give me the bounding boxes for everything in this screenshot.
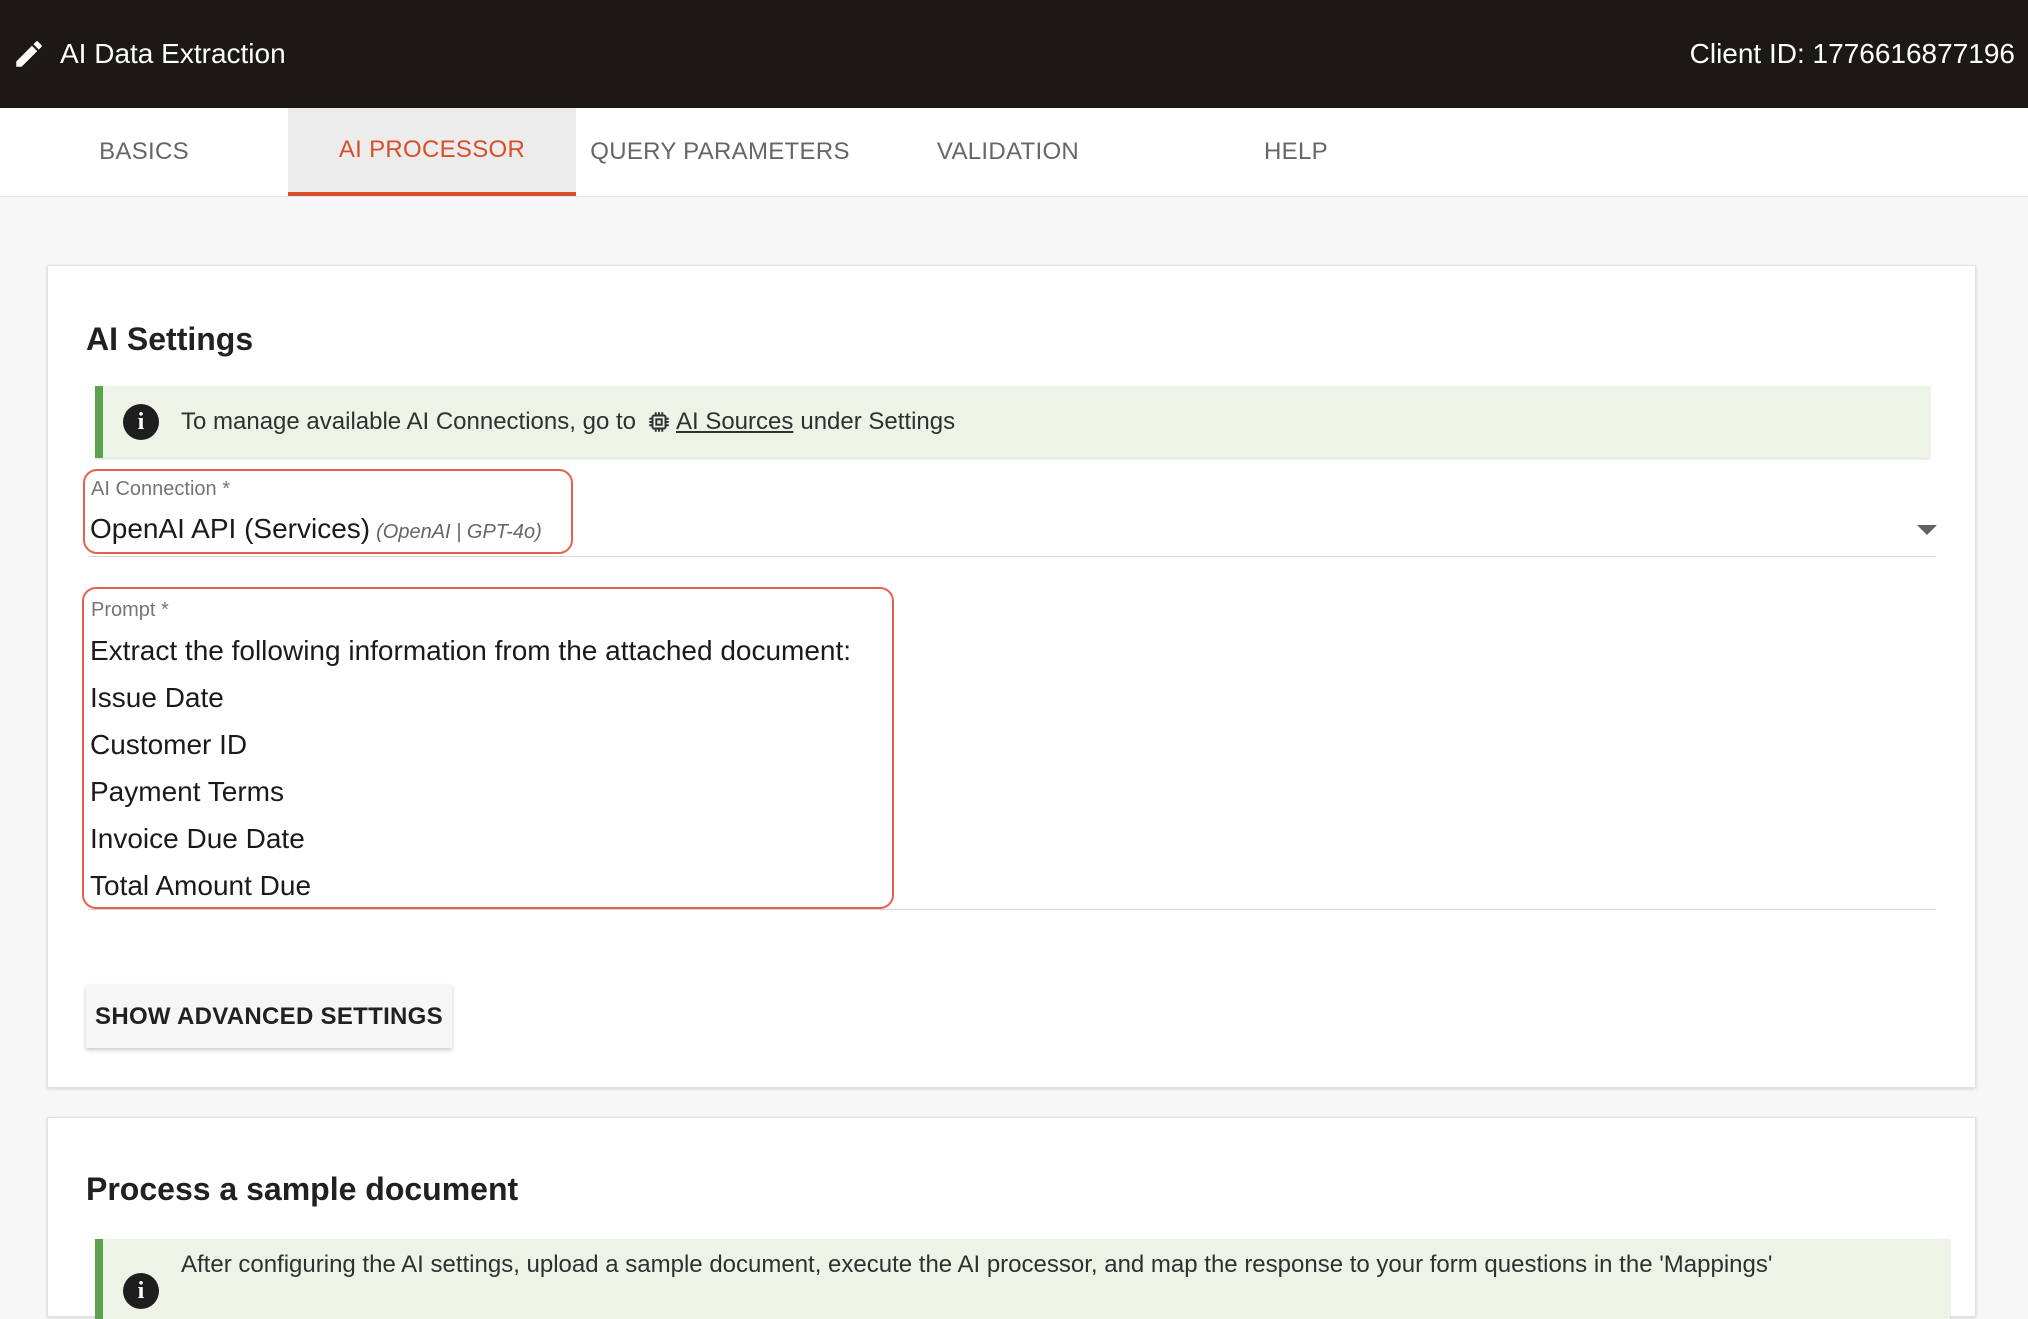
tab-help[interactable]: HELP [1152, 108, 1440, 196]
ai-connection-underline [88, 556, 1936, 557]
app-title: AI Data Extraction [60, 38, 286, 69]
ai-connections-info-banner: i To manage available AI Connections, go… [95, 386, 1930, 458]
info-icon: i [123, 1273, 159, 1309]
tab-basics[interactable]: BASICS [0, 108, 288, 196]
ai-settings-title: AI Settings [86, 321, 254, 357]
client-id: Client ID: 1776616877196 [1689, 38, 2015, 69]
info-text-prefix: To manage available AI Connections, go t… [181, 408, 636, 435]
prompt-highlight [82, 587, 894, 909]
process-sample-title: Process a sample document [86, 1171, 519, 1207]
header-left: AI Data Extraction [12, 37, 286, 71]
info-icon: i [123, 404, 159, 440]
sample-info-text: After configuring the AI settings, uploa… [181, 1251, 1773, 1278]
ai-sources-link[interactable]: AI Sources [676, 408, 793, 436]
pencil-icon[interactable] [12, 37, 46, 71]
tab-validation[interactable]: VALIDATION [864, 108, 1152, 196]
ai-connection-highlight [83, 469, 573, 554]
chevron-down-icon[interactable] [1917, 525, 1937, 535]
chip-icon [646, 409, 672, 435]
tab-bar: BASICS AI PROCESSOR QUERY PARAMETERS VAL… [0, 108, 2028, 197]
ai-settings-card: AI Settings i To manage available AI Con… [47, 265, 1976, 1088]
tab-ai-processor[interactable]: AI PROCESSOR [288, 108, 576, 196]
app-header: AI Data Extraction Client ID: 1776616877… [0, 0, 2028, 108]
process-sample-card: Process a sample document i After config… [47, 1117, 1976, 1319]
sample-info-banner: i After configuring the AI settings, upl… [95, 1239, 1950, 1319]
info-text-suffix: under Settings [800, 408, 956, 435]
prompt-underline [88, 909, 1936, 910]
show-advanced-settings-button[interactable]: SHOW ADVANCED SETTINGS [86, 985, 452, 1048]
tab-query-parameters[interactable]: QUERY PARAMETERS [576, 108, 864, 196]
